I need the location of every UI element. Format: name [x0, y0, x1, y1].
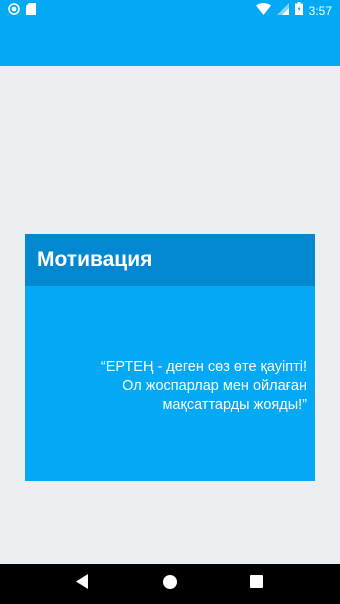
- signal-icon: [276, 2, 289, 20]
- screen: 3:57 Мотивация “ЕРТЕҢ - деген сөз өте қа…: [0, 0, 340, 604]
- back-icon: [76, 574, 90, 594]
- navigation-bar: [0, 564, 340, 604]
- quote-line: “ЕРТЕҢ - деген сөз өте қауіпті!: [100, 359, 307, 375]
- circle-notification-icon: [8, 2, 20, 20]
- home-button[interactable]: [150, 564, 190, 604]
- app-bar: [0, 21, 340, 66]
- status-bar: 3:57: [0, 0, 340, 21]
- motivation-card: Мотивация “ЕРТЕҢ - деген сөз өте қауіпті…: [25, 234, 315, 481]
- recents-icon: [250, 575, 264, 593]
- recents-button[interactable]: [237, 564, 277, 604]
- quote-line: Ол жоспарлар мен ойлаған: [122, 378, 307, 394]
- sd-card-icon: [26, 2, 36, 20]
- wifi-icon: [255, 2, 271, 20]
- card-title: Мотивация: [37, 248, 153, 271]
- status-right: 3:57: [255, 1, 332, 20]
- quote-text: “ЕРТЕҢ - деген сөз өте қауіпті! Ол жоспа…: [57, 358, 307, 415]
- battery-icon: [294, 1, 303, 20]
- quote-line: мақсаттарды жояды!”: [162, 397, 307, 413]
- status-time: 3:57: [308, 3, 332, 18]
- card-body: “ЕРТЕҢ - деген сөз өте қауіпті! Ол жоспа…: [25, 286, 315, 481]
- status-left: [8, 2, 36, 20]
- home-icon: [162, 574, 177, 594]
- card-header: Мотивация: [25, 234, 315, 286]
- back-button[interactable]: [63, 564, 103, 604]
